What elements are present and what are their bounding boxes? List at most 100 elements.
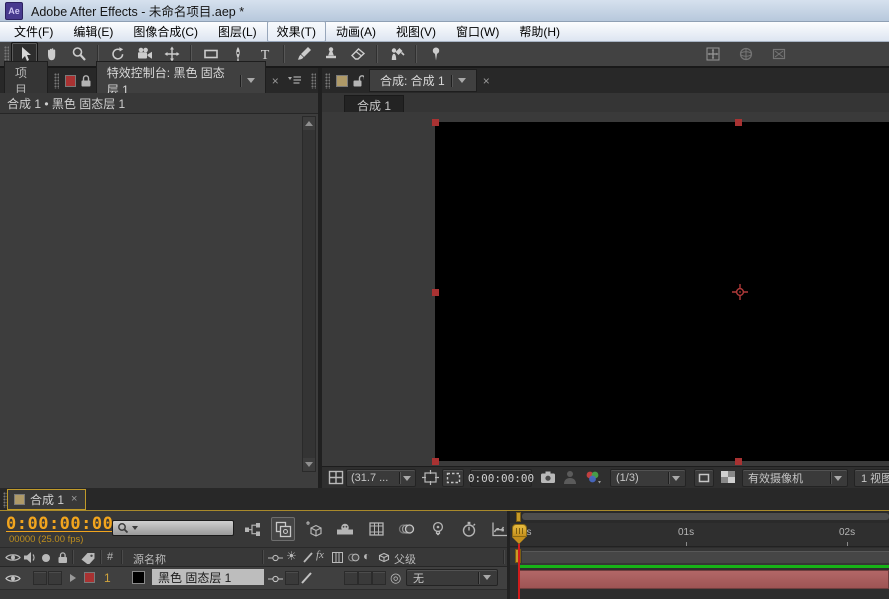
panel-menu-icon[interactable] [287, 75, 302, 87]
layer-solid-swatch[interactable] [132, 571, 145, 584]
label-color-chip-tan[interactable] [336, 75, 348, 87]
parent-column-header[interactable]: 父级 [394, 551, 416, 567]
source-name-column-header[interactable]: 源名称 [133, 551, 166, 567]
lock-icon[interactable] [79, 74, 91, 88]
layer-audio-cell[interactable] [33, 571, 47, 585]
resolution-dropdown[interactable]: (1/3) [610, 469, 686, 487]
comp-canvas-black-solid[interactable] [435, 122, 889, 461]
roto-brush-tool-button[interactable] [383, 42, 410, 66]
scroll-down-button[interactable] [303, 458, 315, 471]
chevron-down-icon[interactable] [247, 78, 255, 83]
clone-stamp-tool-button[interactable] [317, 42, 344, 66]
collapse-switch-header-icon[interactable] [302, 551, 314, 564]
time-navigator-start-handle[interactable] [516, 512, 521, 522]
panel-grip[interactable] [54, 73, 59, 89]
shy-layers-button[interactable] [333, 517, 357, 541]
index-column-header[interactable]: # [107, 551, 113, 563]
layer-duration-bar[interactable] [519, 570, 889, 589]
motion-blur-header-icon[interactable] [347, 551, 361, 564]
motion-blur-button[interactable] [395, 517, 419, 541]
zoom-tool-button[interactable] [65, 42, 92, 66]
menu-window[interactable]: 窗口(W) [446, 21, 509, 42]
selection-handle-bottom-left[interactable] [432, 458, 439, 465]
lock-column-icon[interactable] [56, 551, 69, 564]
safe-margins-button[interactable] [422, 470, 439, 485]
menu-view[interactable]: 视图(V) [386, 21, 446, 42]
adjustment-layer-header-icon[interactable]: ◐ [363, 549, 370, 563]
magnification-dropdown[interactable]: (31.7 ... [346, 469, 416, 487]
time-ruler[interactable]: 0s 01s 02s [510, 523, 889, 547]
breadcrumb[interactable]: 合成 1 • 黑色 固态层 1 [7, 95, 125, 112]
pixel-aspect-correction-button[interactable] [694, 469, 714, 487]
time-navigator[interactable] [510, 511, 889, 523]
layer-label-chip[interactable] [84, 572, 95, 583]
selection-handle-middle-left[interactable] [432, 289, 439, 296]
panel-grip[interactable] [325, 73, 330, 89]
view-layout-dropdown[interactable]: 1 视图 [854, 469, 889, 487]
close-tab-icon[interactable]: × [270, 75, 281, 87]
layer-solo-cell[interactable] [48, 571, 62, 585]
menu-animation[interactable]: 动画(A) [326, 21, 386, 42]
search-options-chevron[interactable] [132, 526, 138, 530]
layer-quality-switch-icon[interactable] [300, 571, 313, 585]
mini-flowchart-button[interactable] [240, 517, 264, 541]
auto-keyframe-button[interactable] [457, 517, 481, 541]
frame-blend-header-icon[interactable] [331, 551, 344, 564]
layer-motion-blur-cell[interactable] [358, 571, 372, 585]
selection-handle-bottom-center[interactable] [735, 458, 742, 465]
shy-switch-header-icon[interactable] [268, 554, 283, 562]
layer-name-selected[interactable]: 黑色 固态层 1 [152, 569, 264, 585]
layer-expander-triangle[interactable] [70, 574, 76, 582]
local-axis-mode-button[interactable] [699, 42, 726, 66]
scrollbar[interactable] [302, 116, 316, 472]
fx-switch-header[interactable]: fx [316, 549, 324, 561]
selection-handle-top-left[interactable] [432, 119, 439, 126]
brainstorm-button[interactable] [426, 517, 450, 541]
menu-file[interactable]: 文件(F) [4, 21, 63, 42]
label-column-tag-icon[interactable] [80, 551, 96, 564]
work-area-bar[interactable] [522, 551, 889, 563]
view-axis-mode-button[interactable] [765, 42, 792, 66]
show-snapshot-button[interactable] [563, 470, 577, 484]
draft-3d-button[interactable] [302, 517, 326, 541]
menu-help[interactable]: 帮助(H) [509, 21, 570, 42]
chevron-down-icon[interactable] [458, 78, 466, 83]
menu-composition[interactable]: 图像合成(C) [123, 21, 208, 42]
layer-row-1[interactable]: 1 黑色 固态层 1 ◎ 无 [0, 567, 507, 590]
region-of-interest-button[interactable] [442, 469, 464, 487]
quality-switch-header-icon[interactable]: ☀ [286, 549, 297, 563]
close-tab-icon[interactable]: × [69, 494, 79, 505]
layer-3d-cell[interactable] [372, 571, 386, 585]
take-snapshot-button[interactable] [540, 470, 556, 484]
selection-handle-top-center[interactable] [735, 119, 742, 126]
anchor-point-crosshair-icon[interactable] [731, 283, 749, 301]
effect-controls-content[interactable] [0, 114, 318, 488]
frame-blending-button[interactable] [364, 517, 388, 541]
track-matte-icon[interactable]: ◎ [390, 570, 401, 586]
transparency-grid-button[interactable] [720, 470, 736, 484]
menu-layer[interactable]: 图层(L) [208, 21, 267, 42]
audio-column-speaker-icon[interactable] [23, 551, 37, 564]
composition-viewer[interactable] [322, 112, 889, 466]
menu-effect[interactable]: 效果(T) [267, 21, 326, 42]
current-time-indicator[interactable] [512, 524, 527, 544]
layer-shy-switch-icon[interactable] [268, 575, 283, 583]
brush-tool-button[interactable] [290, 42, 317, 66]
current-timecode[interactable]: 0:00:00:00 [6, 514, 113, 534]
menu-edit[interactable]: 编辑(E) [63, 21, 123, 42]
scroll-up-button[interactable] [303, 117, 315, 130]
unlock-icon[interactable] [351, 74, 364, 88]
tab-composition[interactable]: 合成: 合成 1 [369, 69, 477, 92]
3d-layer-header-icon[interactable] [377, 551, 391, 564]
active-camera-dropdown[interactable]: 有效摄像机 [742, 469, 848, 487]
live-update-button[interactable] [271, 517, 295, 541]
timeline-search-input[interactable] [112, 520, 234, 536]
playhead-grip[interactable] [512, 524, 527, 537]
layer-frame-blend-cell[interactable] [344, 571, 358, 585]
time-navigator-bar[interactable] [522, 513, 889, 520]
solo-column-icon[interactable] [41, 553, 51, 563]
close-tab-icon[interactable]: × [481, 75, 492, 87]
puppet-pin-tool-button[interactable] [422, 42, 449, 66]
choose-grid-options-button[interactable] [328, 470, 344, 485]
world-axis-mode-button[interactable] [732, 42, 759, 66]
